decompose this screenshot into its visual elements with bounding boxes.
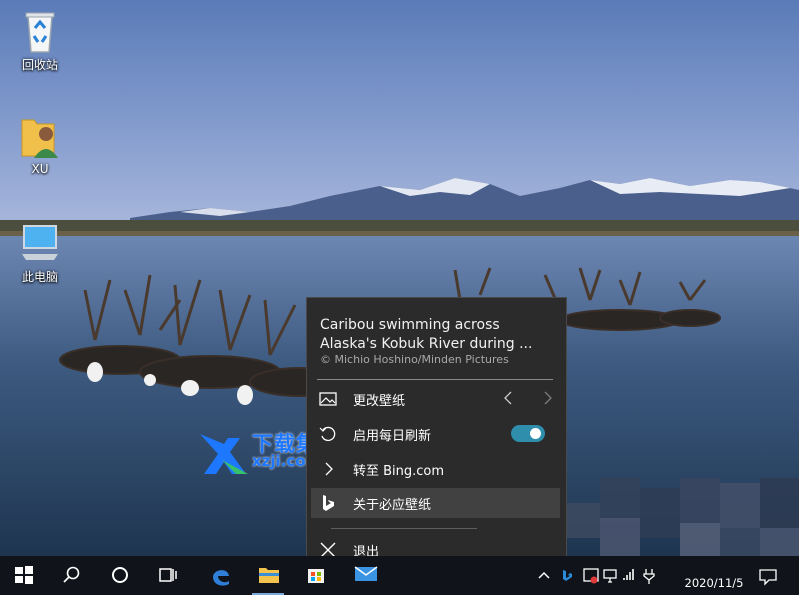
- desktop-icon-this-pc[interactable]: 此电脑: [5, 220, 75, 285]
- task-view-icon: [159, 568, 177, 582]
- taskbar-clock-date[interactable]: 2020/11/5: [674, 576, 754, 590]
- picture-icon: [319, 390, 337, 408]
- this-pc-icon: [18, 220, 62, 266]
- notification-icon: [759, 569, 777, 586]
- desktop-icon-label: 此电脑: [21, 270, 58, 284]
- network-icon[interactable]: [603, 569, 617, 583]
- taskbar-app-file-explorer[interactable]: [244, 556, 292, 595]
- divider: [331, 528, 477, 529]
- wallpaper-caption: Caribou swimming across Alaska's Kobuk R…: [320, 316, 556, 354]
- bing-tray-icon[interactable]: [563, 570, 572, 581]
- menu-item-go-to-bing[interactable]: 转至 Bing.com: [311, 454, 560, 484]
- menu-item-label: 启用每日刷新: [353, 429, 432, 444]
- user-folder-icon: [18, 114, 62, 160]
- edge-icon: [213, 570, 229, 586]
- refresh-icon: [319, 425, 337, 443]
- menu-item-about-bing-wallpaper[interactable]: 关于必应壁纸: [311, 488, 560, 518]
- next-wallpaper-button[interactable]: [539, 390, 555, 406]
- chevron-left-icon: [504, 391, 512, 405]
- cortana-button[interactable]: [96, 556, 144, 595]
- caption-line-1: Caribou swimming across: [320, 317, 500, 333]
- mail-icon: [354, 566, 378, 581]
- menu-item-label: 关于必应壁纸: [353, 498, 432, 513]
- action-center-button[interactable]: [756, 564, 780, 588]
- windows-start-icon: [15, 566, 33, 584]
- menu-item-daily-refresh[interactable]: 启用每日刷新: [311, 419, 560, 449]
- search-button[interactable]: [48, 556, 96, 595]
- taskbar: 2020/11/5: [0, 556, 799, 595]
- chevron-up-icon[interactable]: [538, 571, 550, 579]
- wifi-signal-icon[interactable]: [623, 569, 634, 580]
- system-tray: [534, 556, 674, 595]
- photo-credit: © Michio Hoshino/Minden Pictures: [320, 353, 509, 366]
- menu-item-label: 更改壁纸: [353, 394, 406, 409]
- toggle-knob: [530, 428, 541, 439]
- desktop-icon-label: XU: [31, 162, 49, 176]
- menu-item-label: 转至 Bing.com: [353, 464, 445, 479]
- task-view-button[interactable]: [144, 556, 192, 595]
- cortana-icon: [112, 567, 128, 583]
- search-icon: [63, 566, 80, 583]
- watermark-logo-icon: [200, 434, 248, 474]
- divider: [317, 379, 553, 380]
- desktop-icon-recycle-bin[interactable]: 回收站: [5, 8, 75, 73]
- menu-item-change-wallpaper[interactable]: 更改壁纸: [311, 384, 560, 414]
- caption-line-2: Alaska's Kobuk River during ...: [320, 336, 533, 352]
- security-tray-icon[interactable]: [583, 568, 599, 584]
- taskbar-app-edge[interactable]: [196, 556, 244, 595]
- wallpaper-context-popup: Caribou swimming across Alaska's Kobuk R…: [306, 297, 567, 576]
- taskbar-app-mail[interactable]: [340, 556, 388, 595]
- daily-refresh-toggle[interactable]: [511, 425, 545, 442]
- file-explorer-icon: [259, 568, 279, 583]
- previous-wallpaper-button[interactable]: [501, 390, 517, 406]
- recycle-bin-icon: [18, 8, 62, 54]
- taskbar-app-store[interactable]: [292, 556, 340, 595]
- bing-logo-icon: [319, 494, 337, 512]
- arrow-right-icon: [319, 460, 337, 478]
- desktop-icon-label: 回收站: [21, 58, 58, 72]
- store-icon: [308, 569, 324, 583]
- chevron-right-icon: [544, 391, 552, 405]
- power-plug-icon[interactable]: [643, 569, 655, 584]
- start-button[interactable]: [0, 556, 48, 595]
- desktop-icon-user-folder[interactable]: XU: [5, 114, 75, 176]
